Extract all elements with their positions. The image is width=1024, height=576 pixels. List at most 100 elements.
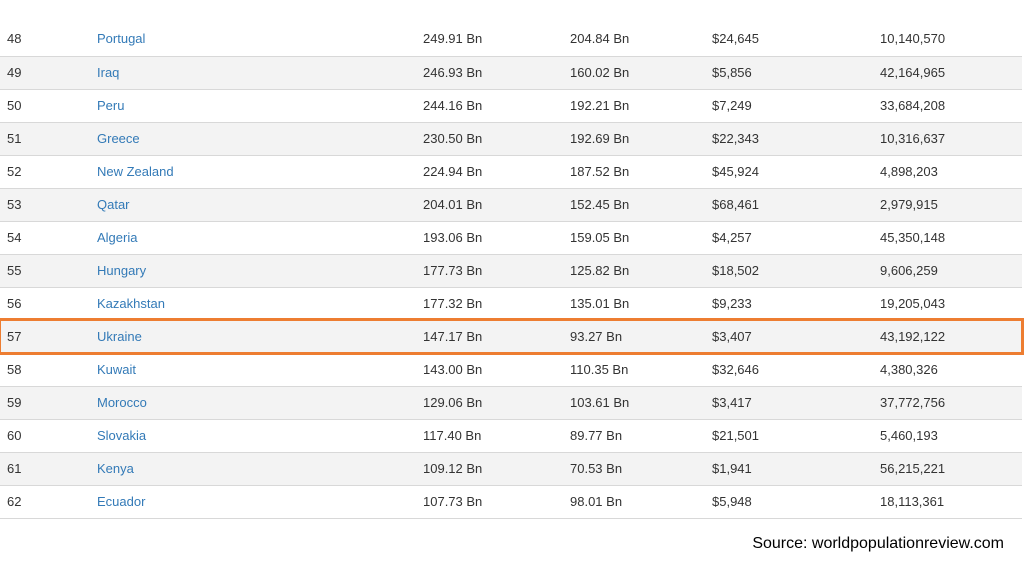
gdp-nominal-cell: 98.01 Bn [570, 494, 623, 509]
table-row: 58 Kuwait 143.00 Bn 110.35 Bn $32,646 4,380,3… [0, 353, 1022, 386]
population-cell: 9,606,259 [880, 263, 938, 278]
gdp-per-capita-cell: $7,249 [712, 98, 752, 113]
table-row: 50 Peru 244.16 Bn 192.21 Bn $7,249 33,684,208 [0, 89, 1022, 122]
rank-cell: 54 [7, 230, 22, 245]
gdp-per-capita-cell: $45,924 [712, 164, 759, 179]
gdp-per-capita-cell: $24,645 [712, 31, 759, 46]
gdp-nominal-cell: 93.27 Bn [570, 329, 623, 344]
population-cell: 43,192,122 [880, 329, 946, 344]
rank-cell: 59 [7, 395, 22, 410]
country-link[interactable]: Kazakhstan [97, 288, 165, 320]
population-cell: 4,898,203 [880, 164, 938, 179]
rank-cell: 50 [7, 98, 22, 113]
rank-cell: 61 [7, 461, 22, 476]
country-link[interactable]: Ukraine [97, 321, 142, 353]
rank-cell: 53 [7, 197, 22, 212]
gdp-cell: 230.50 Bn [423, 131, 483, 146]
rank-cell: 62 [7, 494, 22, 509]
gdp-per-capita-cell: $5,948 [712, 494, 752, 509]
country-link[interactable]: Hungary [97, 255, 146, 287]
rank-cell: 51 [7, 131, 22, 146]
population-cell: 2,979,915 [880, 197, 938, 212]
gdp-per-capita-cell: $3,407 [712, 329, 752, 344]
gdp-cell: 193.06 Bn [423, 230, 483, 245]
rank-cell: 49 [7, 65, 22, 80]
table-row: 51 Greece 230.50 Bn 192.69 Bn $22,343 10,316,… [0, 122, 1022, 155]
gdp-per-capita-cell: $68,461 [712, 197, 759, 212]
gdp-cell: 177.73 Bn [423, 263, 483, 278]
population-cell: 5,460,193 [880, 428, 938, 443]
gdp-nominal-cell: 110.35 Bn [570, 362, 629, 377]
source-caption: Source: worldpopulationreview.com [752, 535, 1004, 552]
gdp-cell: 246.93 Bn [423, 65, 483, 80]
population-cell: 4,380,326 [880, 362, 938, 377]
country-link[interactable]: Portugal [97, 23, 145, 55]
country-link[interactable]: Morocco [97, 387, 147, 419]
population-cell: 45,350,148 [880, 230, 946, 245]
table-row: 52 New Zealand 224.94 Bn 187.52 Bn $45,924 4,… [0, 155, 1022, 188]
gdp-nominal-cell: 192.69 Bn [570, 131, 630, 146]
gdp-cell: 109.12 Bn [423, 461, 483, 476]
gdp-nominal-cell: 204.84 Bn [570, 31, 630, 46]
population-cell: 19,205,043 [880, 296, 946, 311]
table-row: 55 Hungary 177.73 Bn 125.82 Bn $18,502 9,606,… [0, 254, 1022, 287]
country-link[interactable]: New Zealand [97, 156, 174, 188]
gdp-cell: 143.00 Bn [423, 362, 483, 377]
population-cell: 37,772,756 [880, 395, 946, 410]
rank-cell: 58 [7, 362, 22, 377]
gdp-cell: 177.32 Bn [423, 296, 483, 311]
country-link[interactable]: Qatar [97, 189, 130, 221]
country-link[interactable]: Algeria [97, 222, 137, 254]
table-row-highlighted: 57 Ukraine 147.17 Bn 93.27 Bn $3,407 43,192,1… [0, 318, 1024, 355]
gdp-cell: 204.01 Bn [423, 197, 483, 212]
table-row: 62 Ecuador 107.73 Bn 98.01 Bn $5,948 18,113,3… [0, 485, 1022, 518]
gdp-cell: 249.91 Bn [423, 31, 483, 46]
gdp-cell: 147.17 Bn [423, 329, 483, 344]
gdp-cell: 117.40 Bn [423, 428, 482, 443]
gdp-nominal-cell: 159.05 Bn [570, 230, 630, 245]
gdp-cell: 107.73 Bn [423, 494, 483, 509]
table-row: 53 Qatar 204.01 Bn 152.45 Bn $68,461 2,979,91… [0, 188, 1022, 221]
gdp-cell: 129.06 Bn [423, 395, 483, 410]
table-row: 54 Algeria 193.06 Bn 159.05 Bn $4,257 45,350,… [0, 221, 1022, 254]
gdp-per-capita-cell: $9,233 [712, 296, 752, 311]
gdp-cell: 224.94 Bn [423, 164, 483, 179]
table-row: 56 Kazakhstan 177.32 Bn 135.01 Bn $9,233 19,2… [0, 287, 1022, 320]
gdp-nominal-cell: 89.77 Bn [570, 428, 623, 443]
country-link[interactable]: Peru [97, 90, 124, 122]
gdp-per-capita-cell: $21,501 [712, 428, 759, 443]
gdp-nominal-cell: 125.82 Bn [570, 263, 630, 278]
gdp-nominal-cell: 70.53 Bn [570, 461, 623, 476]
gdp-per-capita-cell: $4,257 [712, 230, 752, 245]
gdp-nominal-cell: 152.45 Bn [570, 197, 630, 212]
gdp-nominal-cell: 103.61 Bn [570, 395, 630, 410]
rank-cell: 48 [7, 31, 22, 46]
table-row: 60 Slovakia 117.40 Bn 89.77 Bn $21,501 5,460,… [0, 419, 1022, 452]
country-link[interactable]: Iraq [97, 57, 119, 89]
population-cell: 18,113,361 [880, 494, 945, 509]
rank-cell: 56 [7, 296, 22, 311]
gdp-per-capita-cell: $1,941 [712, 461, 752, 476]
country-link[interactable]: Ecuador [97, 486, 145, 518]
rank-cell: 60 [7, 428, 22, 443]
gdp-cell: 244.16 Bn [423, 98, 483, 113]
gdp-nominal-cell: 192.21 Bn [570, 98, 630, 113]
table-row: 59 Morocco 129.06 Bn 103.61 Bn $3,417 37,772,… [0, 386, 1022, 419]
gdp-nominal-cell: 187.52 Bn [570, 164, 630, 179]
country-link[interactable]: Kuwait [97, 354, 136, 386]
gdp-per-capita-cell: $18,502 [712, 263, 759, 278]
table-row: 48 Portugal 249.91 Bn 204.84 Bn $24,645 10,14… [0, 23, 1022, 56]
gdp-nominal-cell: 160.02 Bn [570, 65, 630, 80]
population-cell: 42,164,965 [880, 65, 946, 80]
gdp-per-capita-cell: $22,343 [712, 131, 759, 146]
population-cell: 56,215,221 [880, 461, 946, 476]
rank-cell: 57 [7, 329, 22, 344]
country-link[interactable]: Slovakia [97, 420, 146, 452]
page: 48 Portugal 249.91 Bn 204.84 Bn $24,645 10,14… [0, 0, 1024, 576]
country-link[interactable]: Greece [97, 123, 140, 155]
population-cell: 10,316,637 [880, 131, 946, 146]
gdp-table: 48 Portugal 249.91 Bn 204.84 Bn $24,645 10,14… [0, 23, 1024, 519]
gdp-nominal-cell: 135.01 Bn [570, 296, 630, 311]
country-link[interactable]: Kenya [97, 453, 134, 485]
gdp-per-capita-cell: $32,646 [712, 362, 759, 377]
